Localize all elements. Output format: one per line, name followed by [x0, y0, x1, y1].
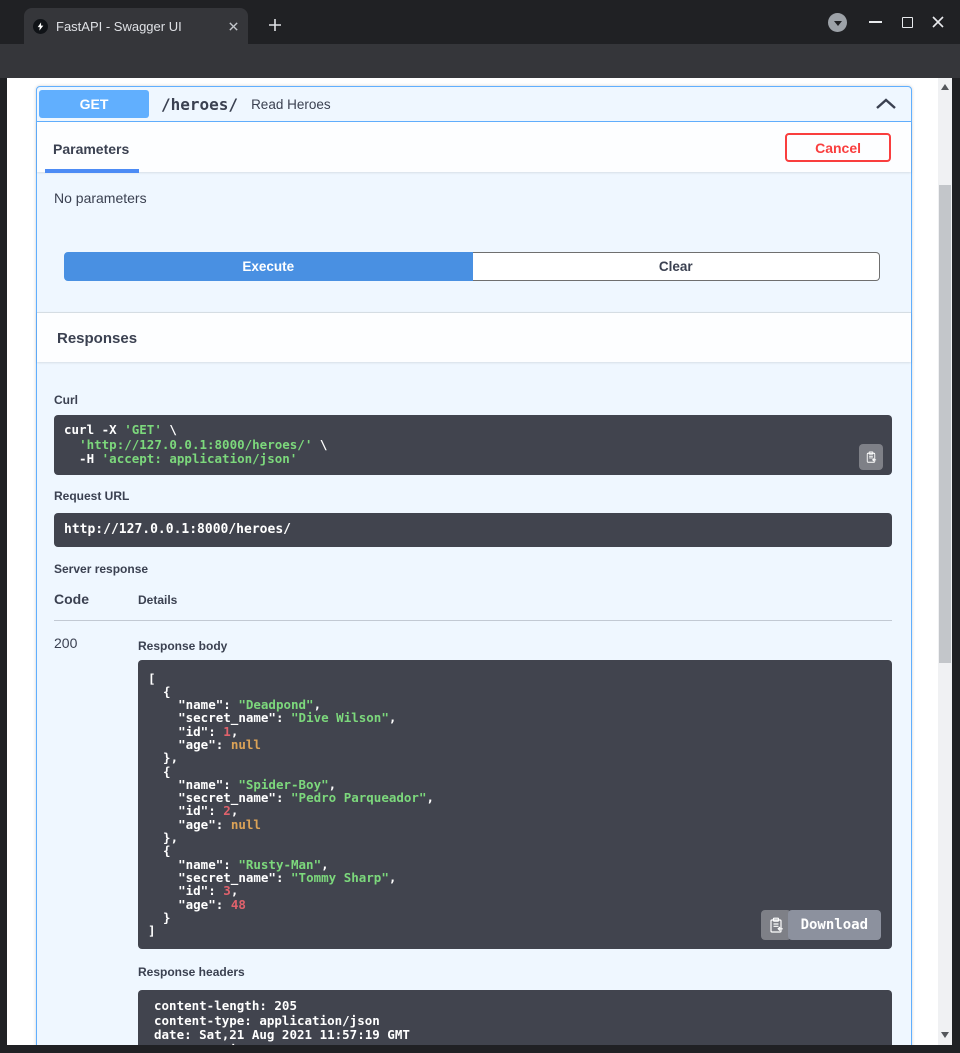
execute-wrapper: Execute Clear [64, 252, 880, 281]
server-response-label: Server response [54, 562, 892, 576]
request-url-label: Request URL [54, 489, 892, 503]
opblock-summary[interactable]: GET /heroes/ Read Heroes [37, 87, 911, 122]
response-details: Response body [ { "name": "Deadpond", "s… [138, 633, 892, 1046]
curl-command-block: curl -X 'GET' \ 'http://127.0.0.1:8000/h… [54, 415, 892, 475]
window-minimize-button[interactable] [869, 21, 882, 23]
new-tab-button[interactable] [262, 12, 288, 38]
response-body-json: [ { "name": "Deadpond", "secret_name": "… [148, 672, 882, 938]
copy-response-button[interactable] [761, 910, 791, 940]
copy-curl-button[interactable] [859, 444, 883, 470]
endpoint-summary: Read Heroes [251, 97, 331, 112]
details-column-header: Details [138, 593, 177, 607]
browser-toolbar: 127.0.0.1:8000/docs#/default/read_heroes… [0, 44, 960, 78]
browser-window: FastAPI - Swagger UI 127.0.0 [0, 0, 960, 1053]
tab-parameters[interactable]: Parameters [45, 141, 139, 173]
response-headers-label: Response headers [138, 965, 892, 979]
browser-titlebar: FastAPI - Swagger UI [0, 0, 960, 44]
responses-header: Responses [37, 312, 911, 362]
browser-tab[interactable]: FastAPI - Swagger UI [24, 8, 248, 44]
window-close-button[interactable] [929, 13, 947, 31]
page-viewport: GET /heroes/ Read Heroes Parameters Canc… [7, 78, 938, 1045]
curl-label: Curl [54, 393, 892, 407]
scrollbar-thumb[interactable] [939, 185, 951, 663]
tab-title: FastAPI - Swagger UI [56, 19, 228, 34]
response-table-header: Code Details [54, 591, 892, 621]
download-button[interactable]: Download [788, 910, 881, 940]
clear-button[interactable]: Clear [473, 252, 881, 281]
curl-command: curl -X 'GET' \ 'http://127.0.0.1:8000/h… [64, 423, 852, 467]
responses-heading: Responses [57, 330, 137, 347]
fastapi-favicon-icon [33, 19, 48, 34]
execute-button[interactable]: Execute [64, 252, 473, 281]
response-headers-block: content-length: 205 content-type: applic… [138, 990, 892, 1045]
method-badge: GET [39, 90, 149, 118]
response-headers-text: content-length: 205 content-type: applic… [154, 999, 876, 1045]
browser-update-icon[interactable] [828, 13, 847, 32]
scroll-down-arrow-icon[interactable] [941, 1032, 949, 1038]
scrollbar[interactable] [938, 78, 952, 1045]
tab-close-icon[interactable] [228, 21, 239, 32]
no-parameters-text: No parameters [37, 172, 911, 206]
collapse-chevron-icon[interactable] [875, 98, 897, 110]
status-code: 200 [54, 633, 138, 1046]
request-url-block: http://127.0.0.1:8000/heroes/ [54, 513, 892, 547]
response-body-label: Response body [138, 639, 892, 653]
opblock-get-heroes: GET /heroes/ Read Heroes Parameters Canc… [36, 86, 912, 1045]
response-row-200: 200 Response body [ { "name": "Deadpond"… [54, 621, 892, 1046]
response-body-block: [ { "name": "Deadpond", "secret_name": "… [138, 660, 892, 950]
code-column-header: Code [54, 591, 138, 607]
parameters-header: Parameters Cancel [37, 122, 911, 172]
scroll-up-arrow-icon[interactable] [941, 84, 949, 90]
responses-body: Curl curl -X 'GET' \ 'http://127.0.0.1:8… [37, 362, 911, 1045]
server-response-table: Code Details 200 Response body [ { "name… [54, 591, 892, 1046]
request-url-value: http://127.0.0.1:8000/heroes/ [64, 523, 882, 537]
window-maximize-button[interactable] [902, 17, 913, 28]
endpoint-path: /heroes/ [161, 95, 238, 114]
cancel-button[interactable]: Cancel [785, 133, 891, 162]
